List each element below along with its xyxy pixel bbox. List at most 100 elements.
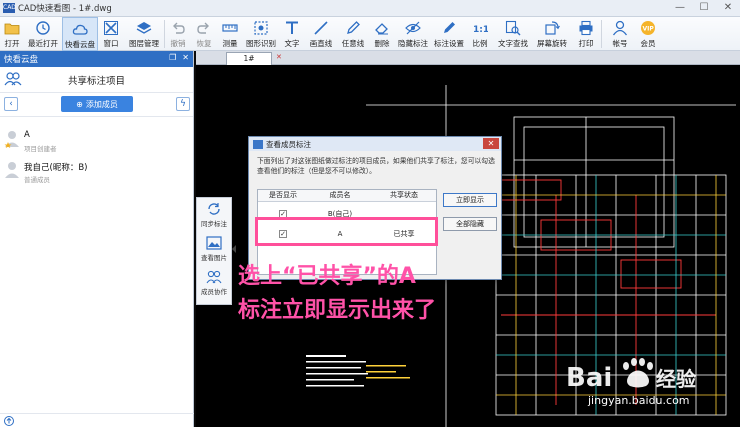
back-button[interactable]: ‹ [4, 97, 18, 111]
dialog-description: 下面列出了对这张图纸做过标注的项目成员，如果他们共享了标注，您可以勾选查看他们的… [257, 157, 495, 175]
toolbar-button-label: 删除 [374, 39, 390, 48]
toolbar-button-cloud[interactable]: 快看云盘 [62, 17, 98, 51]
app-logo-icon: CAD [3, 3, 16, 13]
toolbar-button-hide-annotation[interactable]: 隐藏标注 [395, 17, 431, 51]
cloud-panel-title: 快看云盘 [4, 55, 39, 65]
toolbar-button-window[interactable]: 窗口 [98, 17, 124, 51]
close-panel-icon[interactable]: ✕ [182, 53, 189, 62]
toolbar-button-label: 任意线 [341, 39, 365, 48]
collab-side-panel: 同步标注 查看图片 成员协作 [196, 197, 232, 305]
dialog-app-icon [253, 139, 263, 149]
toolbar-button-label: 最近打开 [28, 39, 58, 48]
document-tab[interactable]: 1# [226, 52, 272, 65]
view-images-button[interactable]: 查看图片 [197, 232, 231, 266]
history-icon [36, 21, 50, 35]
member-name: 我自己(昵称：B) [24, 163, 88, 173]
svg-text:1:1: 1:1 [473, 25, 488, 35]
member-name: A [24, 130, 30, 140]
column-header: 是否显示 [269, 191, 297, 199]
toolbar-button-ruler[interactable]: 测量 [217, 17, 243, 51]
minimize-button[interactable]: — [668, 0, 692, 17]
add-member-label: 添加成员 [85, 99, 118, 109]
refresh-button[interactable]: ϟ [176, 97, 190, 111]
toolbar-button-redo[interactable]: 恢复 [191, 17, 217, 51]
toolbar-button-find-text[interactable]: 文字查找 [493, 17, 533, 51]
toolbar-button-text[interactable]: 文字 [279, 17, 305, 51]
toolbar-button-folder[interactable]: 打开 [0, 17, 24, 51]
member-item[interactable]: 我自己(昵称：B) 普通成员 [0, 158, 194, 188]
svg-text:VIP: VIP [643, 26, 655, 33]
toolbar-button-history[interactable]: 最近打开 [24, 17, 62, 51]
member-avatar-icon [5, 162, 19, 178]
redo-icon [197, 22, 209, 34]
group-icon [4, 72, 22, 86]
member-role: 普通成员 [24, 176, 50, 184]
toolbar-button-eraser[interactable]: 删除 [369, 17, 395, 51]
column-header: 成员名 [329, 191, 351, 199]
toolbar-button-user[interactable]: 帐号 [606, 17, 634, 51]
view-images-label: 查看图片 [201, 254, 227, 262]
cloud-icon [72, 24, 88, 35]
toolbar-button-vip[interactable]: VIP 会员 [634, 17, 662, 51]
toolbar-button-recognize[interactable]: 图形识别 [243, 17, 279, 51]
toolbar-separator [601, 20, 602, 48]
collapse-arrow-icon[interactable] [232, 245, 236, 253]
hide-all-button[interactable]: 全部隐藏 [443, 217, 497, 231]
add-member-button[interactable]: ⊕ 添加成员 [61, 96, 133, 112]
member-collab-button[interactable]: 成员协作 [197, 266, 231, 300]
toolbar-button-undo[interactable]: 撤销 [165, 17, 191, 51]
window-controls: — ☐ ✕ [668, 0, 740, 17]
toolbar-button-label: 屏幕旋转 [537, 39, 567, 48]
toolbar-button-pencil[interactable]: 任意线 [337, 17, 369, 51]
find-text-icon [505, 20, 521, 36]
toolbar-button-label: 文字查找 [498, 39, 528, 48]
sync-annotation-button[interactable]: 同步标注 [197, 198, 231, 232]
annotation-line-2: 标注立即显示出来了 [238, 298, 437, 323]
toolbar-button-line[interactable]: 画直线 [305, 17, 337, 51]
toolbar-button-label: 画直线 [309, 39, 333, 48]
document-tab-bar: 1# ✕ [196, 51, 740, 65]
window-title: CAD快速看图 - 1#.dwg [18, 4, 112, 14]
show-now-button[interactable]: 立即显示 [443, 193, 497, 207]
toolbar-button-layers[interactable]: 图层管理 [124, 17, 164, 51]
title-bar: CAD CAD快速看图 - 1#.dwg — ☐ ✕ [0, 0, 740, 17]
toolbar-button-scale[interactable]: 1:1 比例 [467, 17, 493, 51]
annotation-settings-icon [444, 22, 455, 33]
panel-footer [0, 413, 194, 427]
upload-icon[interactable] [4, 416, 14, 426]
member-item[interactable]: A 项目创建者 [0, 127, 194, 157]
table-header: 是否显示 成员名 共享状态 [258, 190, 436, 202]
hide-annotation-icon [405, 21, 421, 35]
toolbar-button-label: 测量 [222, 39, 238, 48]
dialog-title-bar: 查看成员标注 ✕ [249, 137, 501, 151]
ruler-icon [222, 24, 238, 32]
eraser-icon [375, 23, 388, 35]
recognize-icon [254, 21, 268, 35]
cloud-panel-header: 快看云盘 ❐ ✕ [0, 51, 193, 67]
plus-icon: ⊕ [76, 99, 83, 109]
member-role: 项目创建者 [24, 145, 57, 153]
watermark-url: jingyan.baidu.com [588, 394, 690, 407]
text-icon [286, 21, 298, 34]
line-icon [314, 21, 328, 35]
image-icon [206, 236, 222, 250]
toolbar-button-label: 帐号 [612, 39, 628, 48]
float-panel-icon[interactable]: ❐ [169, 53, 176, 62]
column-header: 共享状态 [390, 191, 418, 199]
project-name: 共享标注项目 [67, 75, 125, 87]
toolbar-button-label: 窗口 [103, 39, 119, 48]
toolbar-button-label: 隐藏标注 [398, 39, 428, 48]
close-tab-icon[interactable]: ✕ [276, 53, 282, 61]
member-collab-label: 成员协作 [201, 288, 227, 296]
close-window-button[interactable]: ✕ [716, 0, 740, 17]
toolbar-button-print[interactable]: 打印 [571, 17, 601, 51]
toolbar-button-annotation-settings[interactable]: 标注设置 [431, 17, 467, 51]
maximize-button[interactable]: ☐ [692, 0, 716, 17]
dialog-close-button[interactable]: ✕ [483, 138, 499, 149]
folder-icon [4, 23, 20, 35]
rotate-icon [545, 21, 560, 35]
toolbar-button-rotate[interactable]: 屏幕旋转 [533, 17, 571, 51]
layers-icon [136, 22, 152, 34]
members-icon [206, 270, 222, 284]
toolbar-button-label: 撤销 [170, 39, 186, 48]
